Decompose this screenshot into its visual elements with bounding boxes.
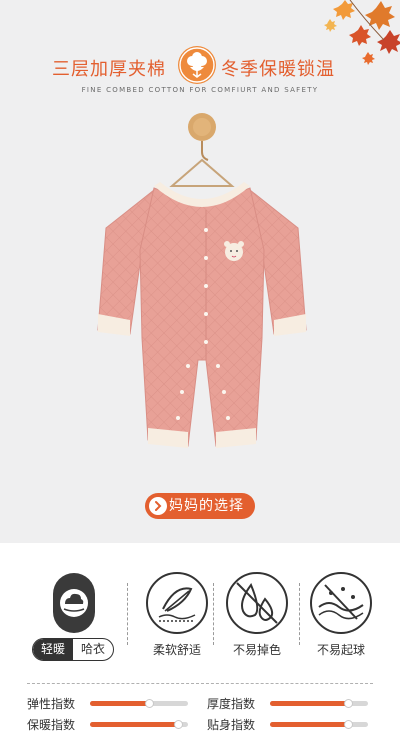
divider	[213, 583, 214, 645]
meter-fit	[270, 720, 368, 729]
romper-product-image	[97, 113, 307, 448]
cotton-flower-icon	[178, 46, 216, 84]
headline-subtitle: FINE COMBED COTTON FOR COMFIURT AND SAFE…	[81, 86, 319, 94]
feature-row: 轻暖 哈衣 柔软舒适 不易掉色 不易起球	[0, 543, 400, 683]
toggle-option-light-warm[interactable]: 轻暖	[33, 639, 73, 660]
feature-no-pilling-label: 不易起球	[316, 643, 365, 657]
meter-knob	[144, 699, 154, 708]
no-fading-icon	[226, 572, 288, 634]
feature-soft-label: 柔软舒适	[152, 643, 201, 657]
meter-fill	[90, 722, 179, 727]
style-toggle[interactable]: 轻暖 哈衣	[32, 638, 114, 661]
feather-soft-icon	[146, 572, 208, 634]
section-divider	[27, 683, 373, 684]
meter-fill	[270, 722, 349, 727]
meter-elasticity-label: 弹性指数	[27, 697, 76, 711]
moms-choice-button[interactable]: 妈妈的选择	[145, 493, 255, 519]
feature-soft: 柔软舒适	[142, 571, 212, 661]
meter-fill	[270, 701, 349, 706]
meter-knob	[344, 699, 354, 708]
meter-thickness-label: 厚度指数	[207, 697, 256, 711]
meter-knob	[344, 720, 354, 729]
meter-knob	[174, 720, 184, 729]
headline-right: 冬季保暖锁温	[221, 59, 335, 80]
meter-warmth	[90, 720, 188, 729]
no-pilling-icon	[310, 572, 372, 634]
meter-elasticity	[90, 699, 188, 708]
arrow-right-icon	[149, 497, 167, 515]
toggle-option-romper[interactable]: 哈衣	[73, 639, 113, 660]
meter-fill	[90, 701, 149, 706]
meter-fit-label: 贴身指数	[207, 718, 256, 732]
headline-left: 三层加厚夹棉	[52, 59, 166, 80]
meter-warmth-label: 保暖指数	[27, 718, 76, 732]
meter-thickness	[270, 699, 368, 708]
feature-no-fading-label: 不易掉色	[232, 643, 281, 657]
divider	[127, 583, 128, 645]
feature-no-pilling: 不易起球	[306, 571, 376, 661]
product-hero: 三层加厚夹棉 冬季保暖锁温 FINE COMBED COTTON FOR COM…	[0, 0, 400, 543]
headline-banner: 三层加厚夹棉 冬季保暖锁温	[0, 46, 400, 88]
moms-choice-label: 妈妈的选择	[169, 498, 244, 514]
cloud-hand-icon	[53, 573, 95, 633]
divider	[299, 583, 300, 645]
feature-no-fading: 不易掉色	[222, 571, 292, 661]
